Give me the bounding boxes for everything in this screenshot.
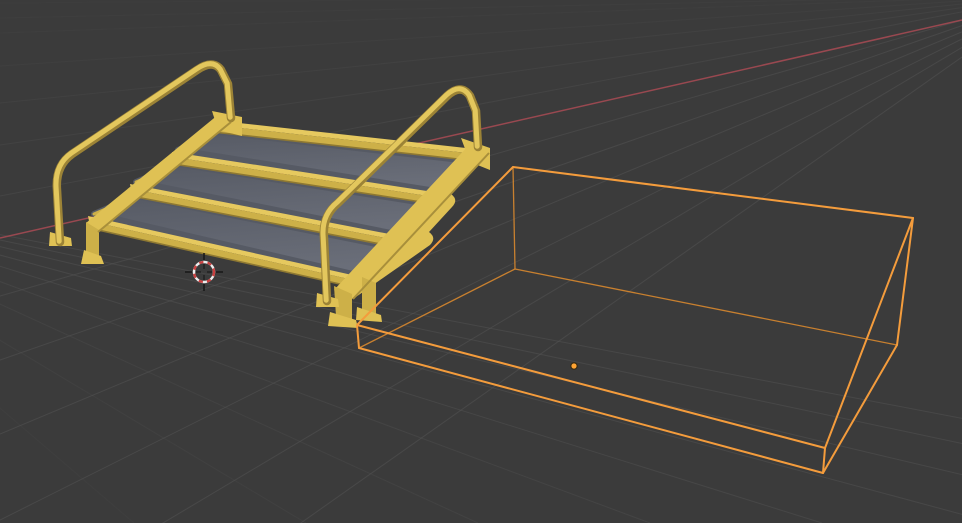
viewport-background: [0, 0, 962, 523]
viewport-canvas[interactable]: [0, 0, 962, 523]
viewport-3d[interactable]: [0, 0, 962, 523]
object-origin-dot[interactable]: [571, 363, 577, 369]
origin-dot[interactable]: [571, 363, 577, 369]
